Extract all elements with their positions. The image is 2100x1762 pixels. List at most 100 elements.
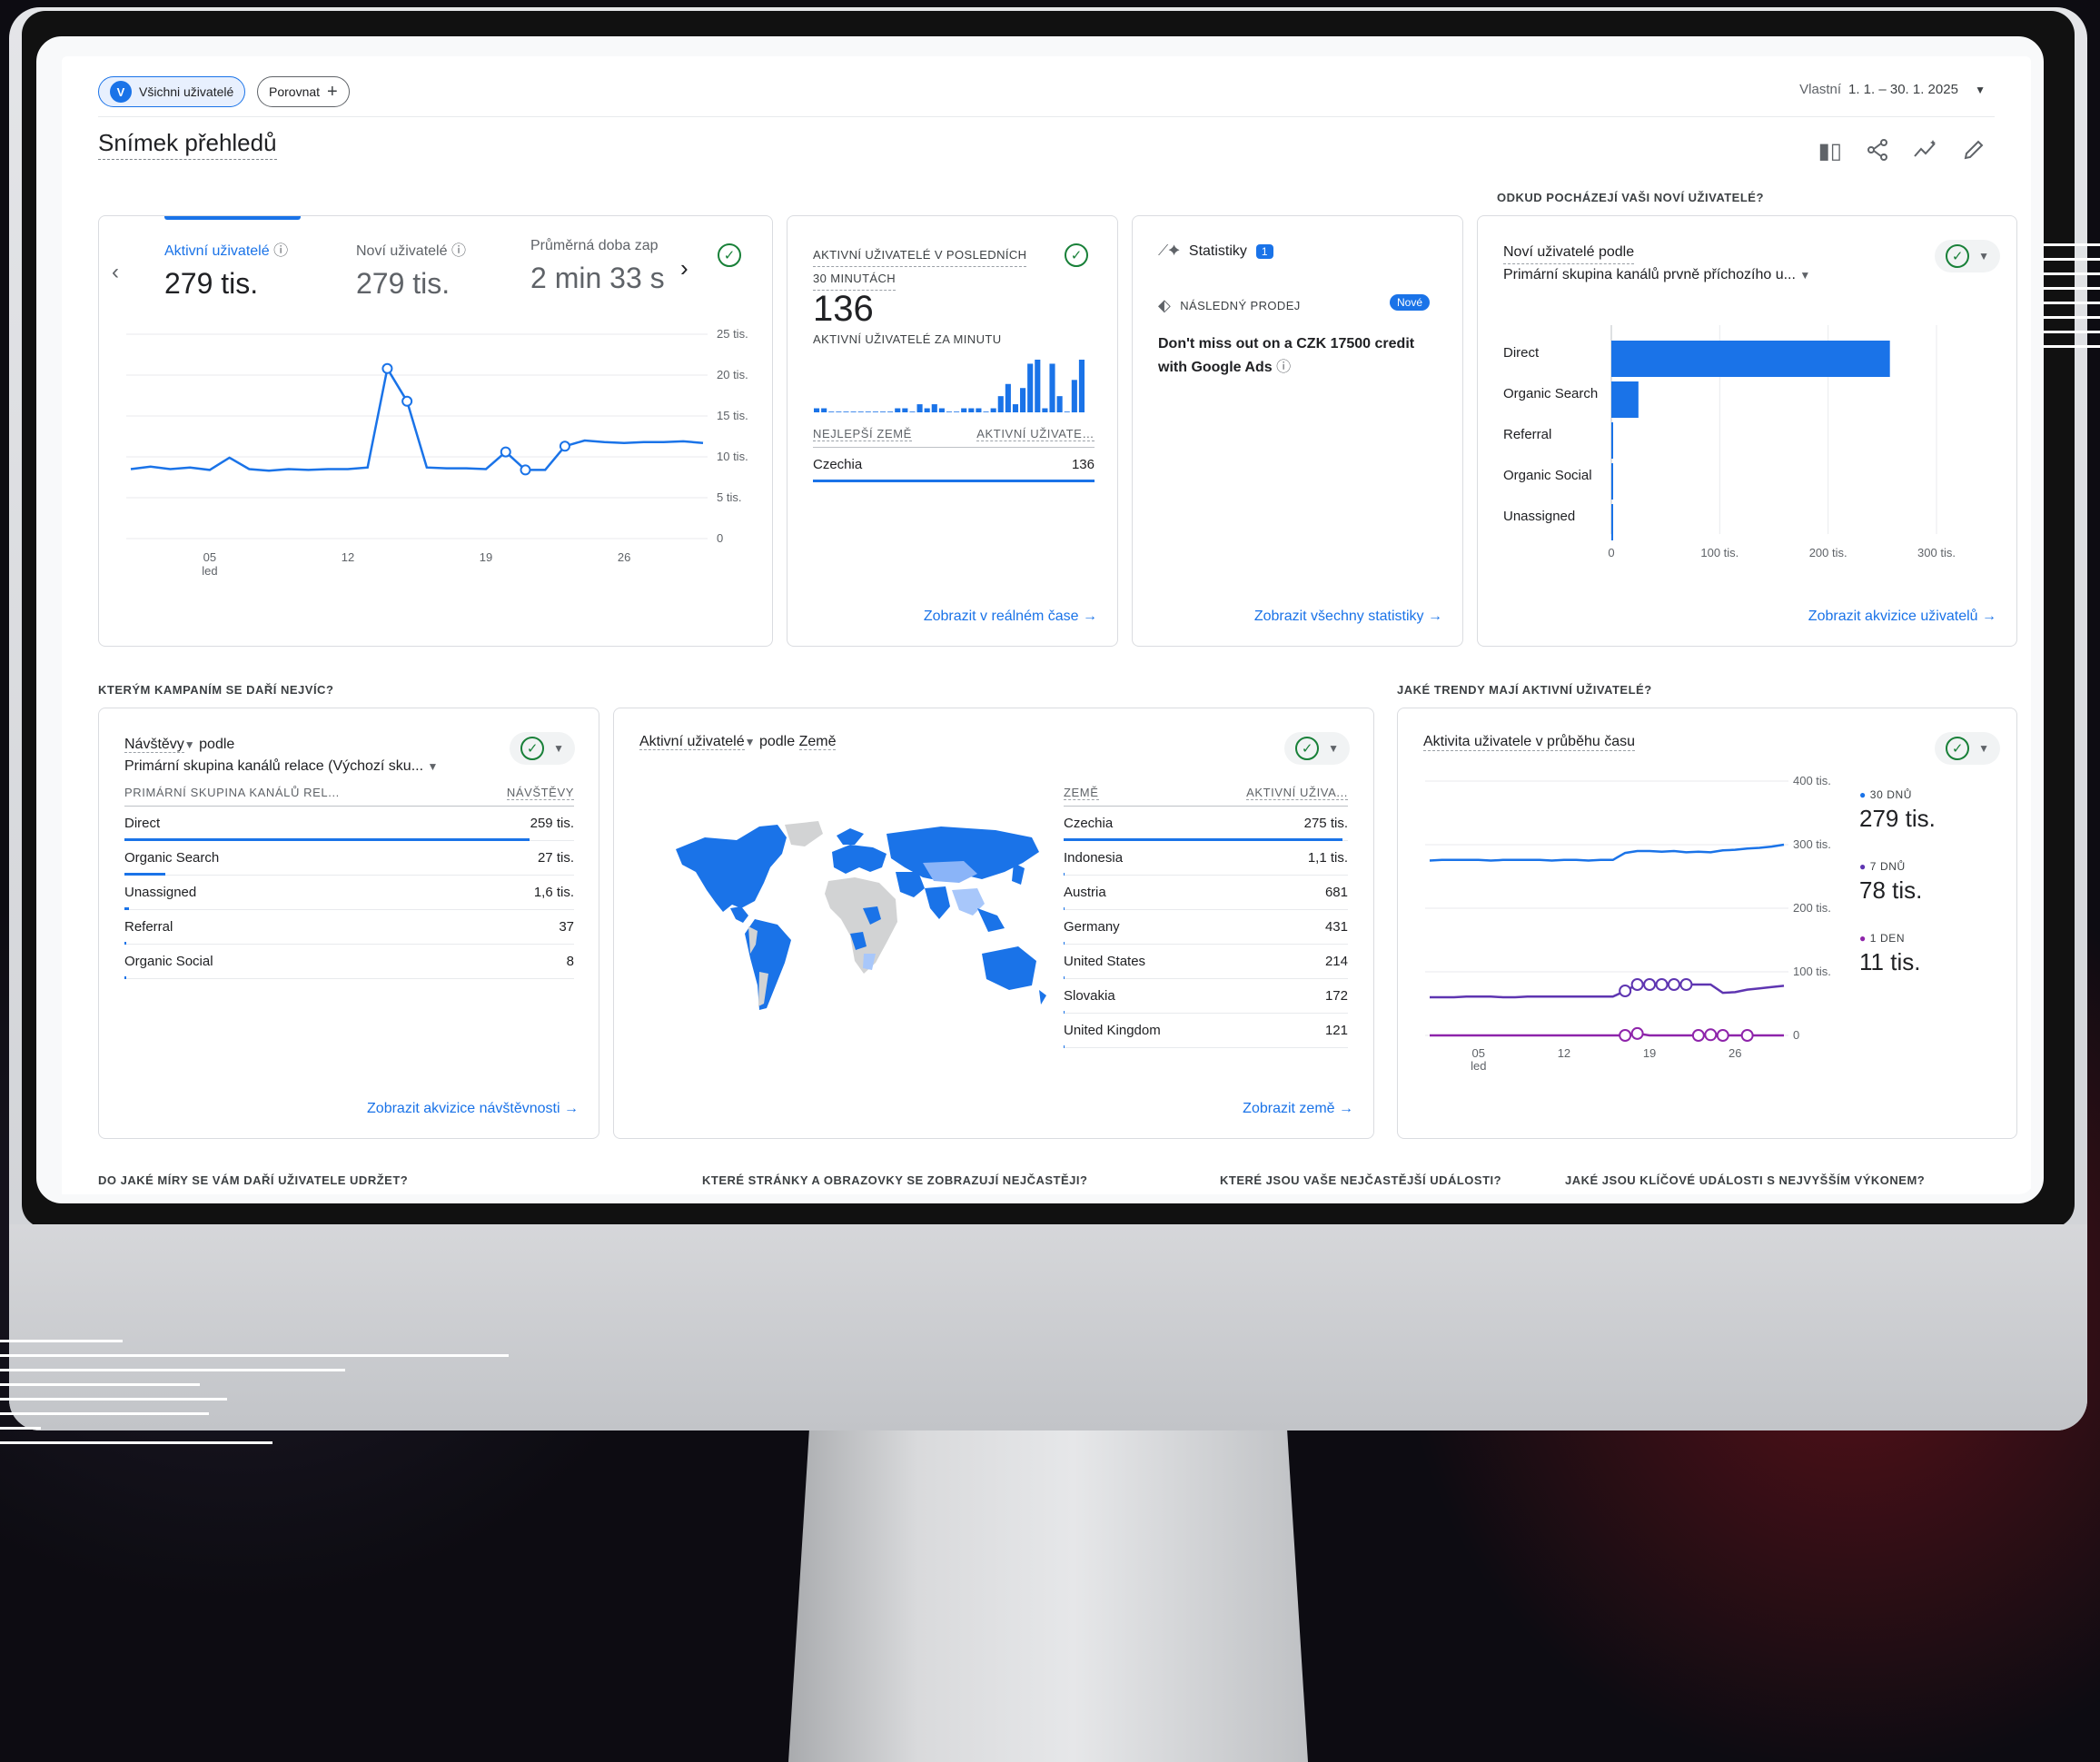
compare-button[interactable]: Porovnat + xyxy=(257,76,350,107)
bar xyxy=(1012,404,1019,412)
x-tick-sublabel: led xyxy=(1471,1059,1486,1073)
table-row[interactable]: United States 214 xyxy=(1064,945,1348,979)
bar xyxy=(843,411,849,412)
realtime-link[interactable]: Zobrazit v reálném čase → xyxy=(924,609,1097,625)
x-tick-label: 12 xyxy=(1558,1046,1570,1060)
arrow-right-icon: → xyxy=(1982,609,1996,624)
series-line xyxy=(1429,843,1785,862)
bar xyxy=(909,411,916,412)
table-row[interactable]: Germany 431 xyxy=(1064,910,1348,945)
campaign-subtitle: Primární skupina kanálů relace (Výchozí … xyxy=(124,758,424,774)
insight-tag: NÁSLEDNÝ PRODEJ xyxy=(1180,299,1301,312)
check-dropdown[interactable]: ✓ ▼ xyxy=(1284,732,1350,765)
table-row[interactable]: Slovakia 172 xyxy=(1064,979,1348,1014)
col-header: ZEMĚ xyxy=(1064,785,1099,800)
row-name: Organic Social xyxy=(124,954,213,969)
data-point xyxy=(1740,1029,1754,1042)
bar xyxy=(857,411,864,412)
table-row[interactable]: Referral 37 xyxy=(124,910,574,945)
table-row[interactable]: Austria 681 xyxy=(1064,876,1348,910)
bar xyxy=(931,404,937,412)
check-icon: ✓ xyxy=(1946,244,1970,268)
table-row[interactable]: United Kingdom 121 xyxy=(1064,1014,1348,1048)
check-dropdown[interactable]: ✓ ▼ xyxy=(1935,732,2000,765)
row-name: Direct xyxy=(124,816,161,831)
table-row[interactable]: Organic Search 27 tis. xyxy=(124,841,574,876)
country-metric[interactable]: Aktivní uživatelé xyxy=(639,734,745,750)
table-row[interactable]: Indonesia 1,1 tis. xyxy=(1064,841,1348,876)
acq-link[interactable]: Zobrazit akvizice uživatelů → xyxy=(1808,609,1996,625)
bar xyxy=(902,408,908,412)
segment-chip[interactable]: V Všichni uživatelé xyxy=(98,76,246,107)
share-icon[interactable] xyxy=(1866,138,1889,162)
row-value: 1,1 tis. xyxy=(1307,850,1348,866)
compare-columns-icon[interactable]: ▮▯ xyxy=(1818,138,1842,164)
data-point xyxy=(1704,1028,1718,1042)
data-point xyxy=(1630,978,1644,991)
campaign-metric[interactable]: Návštěvy xyxy=(124,737,184,753)
bar xyxy=(954,411,960,412)
dropdown-icon[interactable]: ▼ xyxy=(427,760,438,773)
dropdown-icon[interactable]: ▼ xyxy=(184,738,195,751)
row-value: 1,6 tis. xyxy=(533,885,574,900)
help-icon[interactable]: ⓘ xyxy=(1276,360,1291,375)
arrow-right-icon: → xyxy=(564,1101,579,1116)
metric-tab-new-users[interactable]: Noví uživatelé ⓘ 279 tis. xyxy=(356,238,466,301)
x-tick-label: 26 xyxy=(1729,1046,1741,1060)
bar xyxy=(887,411,894,412)
table-row: Czechia 136 xyxy=(813,448,1095,482)
legend-item: ● 1 DEN 11 tis. xyxy=(1859,932,1936,976)
row-value: 259 tis. xyxy=(530,816,574,831)
row-bar xyxy=(813,480,1095,482)
dropdown-icon[interactable]: ▼ xyxy=(1799,269,1810,282)
metric-label: Noví uživatelé xyxy=(356,243,448,259)
table-row[interactable]: Organic Social 8 xyxy=(124,945,574,979)
realtime-sub: AKTIVNÍ UŽIVATELÉ ZA MINUTU xyxy=(813,332,1002,346)
table-row[interactable]: Direct 259 tis. xyxy=(124,807,574,841)
link-label: Zobrazit akvizice návštěvnosti xyxy=(367,1101,560,1116)
check-icon: ✓ xyxy=(1295,737,1320,760)
chevron-left-icon[interactable]: ‹ xyxy=(112,260,119,285)
new-users-bar-chart: 0 100 tis. 200 tis. 300 tis. Direct Organic S… xyxy=(1503,325,1956,559)
y-tick-label: 5 tis. xyxy=(717,490,741,504)
insights-link[interactable]: Zobrazit všechny statistiky → xyxy=(1254,609,1442,625)
decor-stripes-left xyxy=(0,1340,509,1456)
country-link[interactable]: Zobrazit země → xyxy=(1243,1101,1353,1117)
category-label: Organic Search xyxy=(1503,386,1598,401)
section-key-events: JAKÉ JSOU KLÍČOVÉ UDÁLOSTI S NEJVYŠŠÍM V… xyxy=(1565,1173,1926,1187)
date-range-picker[interactable]: Vlastní 1. 1. – 30. 1. 2025 ▼ xyxy=(1799,82,1986,97)
metric-tab-active-users[interactable]: Aktivní uživatelé ⓘ 279 tis. xyxy=(164,238,288,301)
table-row[interactable]: Czechia 275 tis. xyxy=(1064,807,1348,841)
table-row[interactable]: Unassigned 1,6 tis. xyxy=(124,876,574,910)
insights-icon[interactable] xyxy=(1913,138,1938,162)
y-tick-label: 15 tis. xyxy=(717,409,748,422)
legend-label: 1 DEN xyxy=(1869,932,1906,945)
realtime-heading: AKTIVNÍ UŽIVATELÉ V POSLEDNÍCH xyxy=(813,243,1027,267)
country-dimension[interactable]: Země xyxy=(798,734,837,750)
y-tick-label: 10 tis. xyxy=(717,450,748,463)
check-dropdown[interactable]: ✓ ▼ xyxy=(1935,240,2000,272)
bar xyxy=(990,408,996,412)
check-dropdown[interactable]: ✓ ▼ xyxy=(510,732,575,765)
row-name: Referral xyxy=(124,919,173,935)
dropdown-icon[interactable]: ▼ xyxy=(745,736,756,748)
metric-value: 279 tis. xyxy=(356,267,451,300)
y-tick-label: 0 xyxy=(1793,1028,1799,1042)
section-trends: JAKÉ TRENDY MAJÍ AKTIVNÍ UŽIVATELÉ? xyxy=(1397,683,1652,697)
row-value: 431 xyxy=(1324,919,1348,935)
metric-tab-avg-time[interactable]: Průměrná doba zap 2 min 33 s xyxy=(530,238,671,295)
bar xyxy=(1056,396,1063,412)
caret-icon: ▼ xyxy=(1978,250,1989,262)
realtime-table: NEJLEPŠÍ ZEMĚ AKTIVNÍ UŽIVATE… Czechia 136 xyxy=(813,421,1095,482)
campaign-link[interactable]: Zobrazit akvizice návštěvnosti → xyxy=(367,1101,579,1117)
trend-legend: ● 30 DNŮ 279 tis. ● 7 DNŮ 78 tis. ● 1 DE… xyxy=(1859,788,1936,976)
arrow-right-icon: → xyxy=(1339,1101,1353,1116)
active-tab-indicator xyxy=(164,216,301,220)
insights-card: ⟋✦ Statistiky 1 ⬖ NÁSLEDNÝ PRODEJ Nové D… xyxy=(1132,215,1463,647)
col-header: AKTIVNÍ UŽIVA... xyxy=(1246,785,1348,800)
row-value: 121 xyxy=(1324,1023,1348,1038)
x-tick-label: 19 xyxy=(480,550,492,564)
chevron-right-icon[interactable]: › xyxy=(680,254,688,282)
bar xyxy=(1027,363,1034,412)
edit-icon[interactable] xyxy=(1962,138,1986,162)
